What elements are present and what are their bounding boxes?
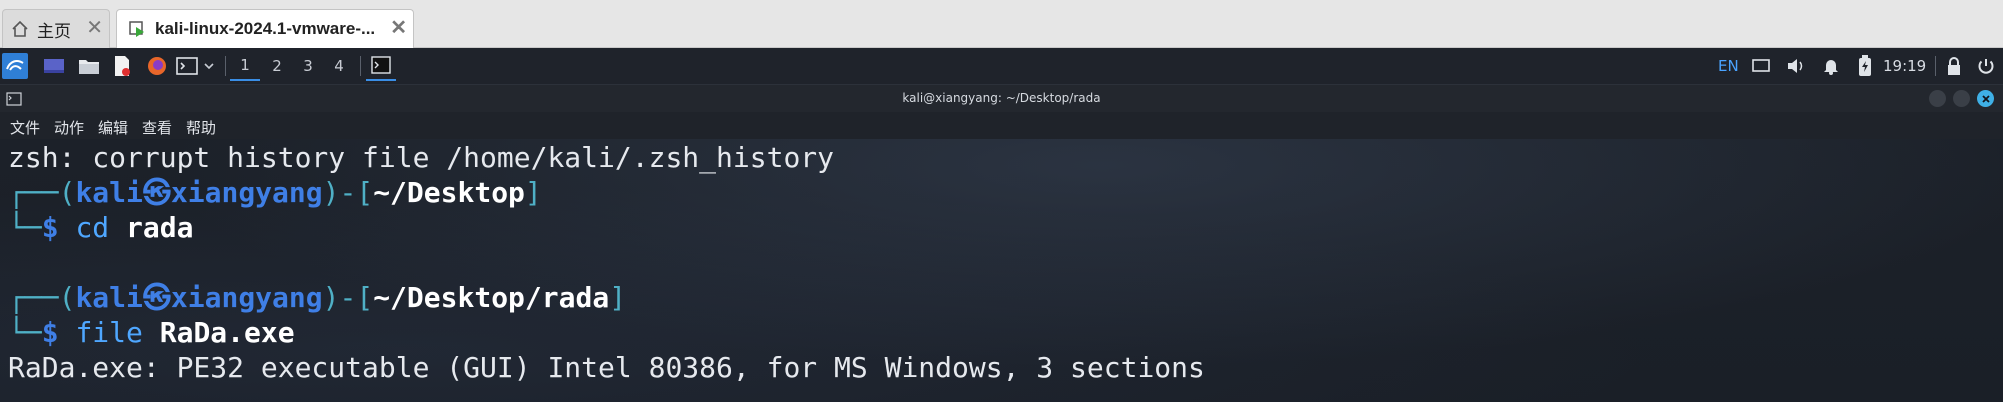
panel-separator: [225, 56, 226, 76]
workspace-2[interactable]: 2: [262, 51, 292, 81]
prompt-header: ┌──(kali㉿xiangyang)-[~/Desktop/rada]: [8, 281, 626, 315]
command-output: RaDa.exe: PE32 executable (GUI) Intel 80…: [8, 351, 1205, 384]
prompt-frame: ┌──(: [8, 176, 76, 209]
menu-actions[interactable]: 动作: [54, 117, 84, 138]
prompt-frame: ┌──(: [8, 281, 76, 314]
terminal-menubar: 文件 动作 编辑 查看 帮助: [0, 112, 2003, 139]
battery-icon[interactable]: [1854, 53, 1876, 79]
keyboard-layout-indicator[interactable]: EN: [1718, 57, 1739, 75]
prompt-frame: )-[: [322, 176, 374, 209]
maximize-button[interactable]: [1953, 90, 1970, 107]
show-desktop-icon[interactable]: [42, 53, 66, 79]
workspace-3[interactable]: 3: [293, 51, 323, 81]
menu-help[interactable]: 帮助: [186, 117, 216, 138]
home-icon: [9, 18, 31, 40]
prompt-frame: └─: [8, 211, 42, 244]
menu-file[interactable]: 文件: [10, 117, 40, 138]
tab-vm-label: kali-linux-2024.1-vmware-...: [155, 19, 376, 38]
prompt-symbol: $: [41, 211, 59, 244]
taskbar-terminal-window[interactable]: [366, 51, 396, 81]
vm-icon: [127, 18, 149, 40]
prompt-frame: └─: [8, 316, 42, 349]
command-argument: RaDa.exe: [159, 316, 295, 349]
workspace-4[interactable]: 4: [324, 51, 354, 81]
terminal-titlebar[interactable]: kali@xiangyang: ~/Desktop/rada: [0, 85, 2003, 112]
close-icon[interactable]: ✕: [390, 18, 407, 38]
kali-skull-icon: ㉿: [142, 281, 171, 314]
close-button[interactable]: [1977, 90, 1994, 107]
kali-skull-icon: ㉿: [142, 176, 171, 209]
minimize-button[interactable]: [1929, 90, 1946, 107]
command-argument: rada: [126, 211, 194, 244]
terminal-launcher-icon[interactable]: [175, 53, 199, 79]
prompt-frame: )-[: [322, 281, 374, 314]
tab-home[interactable]: 主页 ✕: [2, 9, 110, 48]
prompt-frame: ]: [609, 281, 627, 314]
tab-vm[interactable]: kali-linux-2024.1-vmware-... ✕: [116, 9, 414, 48]
prompt-command-line: └─$ file RaDa.exe: [8, 316, 295, 350]
prompt-host: xiangyang: [170, 176, 323, 209]
prompt-header: ┌──(kali㉿xiangyang)-[~/Desktop]: [8, 176, 542, 210]
terminal-output[interactable]: zsh: corrupt history file /home/kali/.zs…: [0, 139, 2003, 402]
panel-separator: [1935, 56, 1936, 76]
display-icon[interactable]: [1750, 53, 1772, 79]
lock-icon[interactable]: [1943, 53, 1965, 79]
tab-home-label: 主页: [37, 21, 71, 41]
prompt-frame: ]: [524, 176, 542, 209]
command: file: [75, 316, 143, 349]
top-panel: 1 2 3 4 EN 19:19: [0, 48, 2003, 85]
prompt-host: xiangyang: [170, 281, 323, 314]
prompt-user: kali: [75, 281, 143, 314]
clock[interactable]: 19:19: [1883, 57, 1926, 75]
prompt-command-line: └─$ cd rada: [8, 211, 193, 245]
prompt-user: kali: [75, 176, 143, 209]
terminal-line: zsh: corrupt history file /home/kali/.zs…: [8, 141, 835, 174]
firefox-icon[interactable]: [145, 53, 169, 79]
notification-bell-icon[interactable]: [1820, 53, 1842, 79]
chevron-down-icon[interactable]: [202, 53, 216, 79]
vmware-tab-strip: 主页 ✕ kali-linux-2024.1-vmware-... ✕: [0, 0, 2003, 48]
menu-view[interactable]: 查看: [142, 117, 172, 138]
prompt-path: ~/Desktop: [373, 176, 525, 209]
logout-icon[interactable]: [1975, 53, 1997, 79]
prompt-symbol: $: [41, 316, 59, 349]
menu-edit[interactable]: 编辑: [98, 117, 128, 138]
command: cd: [75, 211, 110, 244]
close-icon: [1981, 94, 1990, 103]
kali-menu-icon[interactable]: [2, 53, 28, 79]
prompt-path: ~/Desktop/rada: [373, 281, 610, 314]
text-editor-icon[interactable]: [110, 53, 134, 79]
close-icon[interactable]: ✕: [86, 18, 103, 38]
window-title: kali@xiangyang: ~/Desktop/rada: [902, 91, 1101, 105]
volume-icon[interactable]: [1785, 53, 1807, 79]
panel-separator: [360, 56, 361, 76]
file-manager-icon[interactable]: [77, 53, 101, 79]
workspace-1[interactable]: 1: [230, 51, 260, 81]
